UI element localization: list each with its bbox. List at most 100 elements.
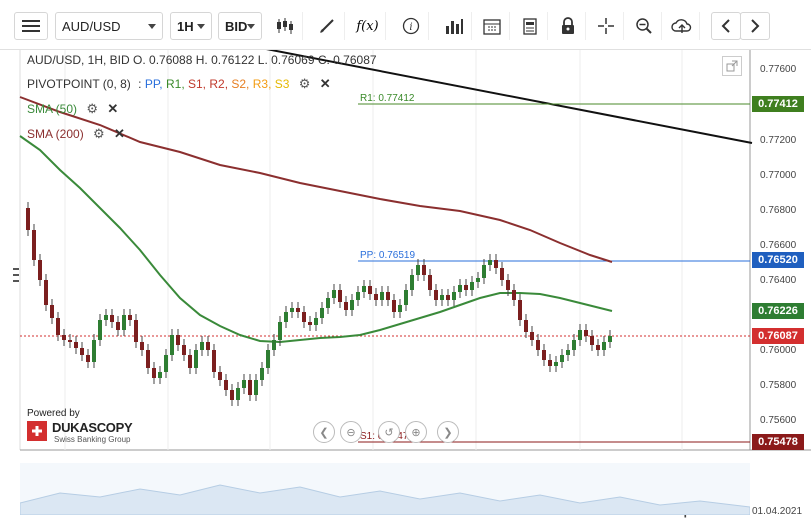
candle-body [326, 298, 330, 308]
candle-body [146, 350, 150, 368]
candle-body [308, 322, 312, 325]
price-chart[interactable]: AUD/USD, 1H, BID O. 0.76088 H. 0.76122 L… [0, 50, 811, 518]
candlestick-icon [276, 18, 293, 34]
close-icon[interactable]: ✕ [320, 76, 331, 92]
candle-body [524, 320, 528, 332]
brand-sub: Swiss Banking Group [54, 435, 131, 444]
sma-50-label: SMA (50) [27, 102, 78, 116]
chart-canvas[interactable] [0, 50, 811, 515]
candle-body [428, 275, 432, 290]
scroll-right-button[interactable] [740, 12, 770, 40]
candle-body [536, 340, 540, 350]
candle-body [584, 330, 588, 336]
menu-icon [22, 20, 40, 32]
y-tick: 0.76000 [760, 345, 797, 356]
draw-pencil-icon [319, 19, 334, 33]
gear-icon[interactable]: ⚙ [93, 126, 105, 142]
volume-bars-icon [445, 19, 463, 34]
zoom-button[interactable] [626, 12, 662, 40]
candle-body [44, 280, 48, 305]
crosshair-button[interactable] [588, 12, 624, 40]
interval-selector[interactable]: 1H [170, 12, 212, 40]
price-tag-pp: 0.76520 [752, 252, 804, 268]
ohlc-legend: AUD/USD, 1H, BID O. 0.76088 H. 0.76122 L… [27, 53, 377, 67]
candle-body [188, 355, 192, 368]
lock-button[interactable] [550, 12, 586, 40]
candle-body [68, 340, 72, 342]
nav-forward-button[interactable]: ❯ [437, 421, 459, 443]
zoom-out-button[interactable]: ⊖ [340, 421, 362, 443]
price-tag-last: 0.76087 [752, 328, 804, 344]
candle-body [596, 345, 600, 350]
crosshair-icon [597, 18, 614, 34]
candle-body [218, 372, 222, 380]
price-tag-s1: 0.75478 [752, 434, 804, 450]
candle-body [248, 380, 252, 395]
candle-body [104, 315, 108, 320]
candle-body [548, 360, 552, 366]
candle-body [98, 320, 102, 340]
volume-button[interactable] [436, 12, 472, 40]
candle-body [206, 342, 210, 350]
close-icon[interactable]: ✕ [107, 101, 118, 117]
candle-body [572, 340, 576, 350]
chevron-right-icon: ❯ [443, 426, 453, 439]
reset-icon: ↺ [384, 426, 394, 439]
symbol-selector[interactable]: AUD/USD [55, 12, 163, 40]
candle-body [602, 342, 606, 350]
scroll-left-button[interactable] [711, 12, 741, 40]
calendar-button[interactable] [474, 12, 510, 40]
candle-body [356, 292, 360, 300]
hamburger-menu-button[interactable] [14, 12, 48, 40]
chart-type-button[interactable] [267, 12, 303, 40]
close-icon[interactable]: ✕ [114, 126, 125, 142]
candle-body [176, 335, 180, 345]
candle-body [38, 260, 42, 280]
pivot-level-s2: S2, [231, 77, 253, 91]
gear-icon[interactable]: ⚙ [299, 76, 311, 92]
gear-icon[interactable]: ⚙ [86, 101, 98, 117]
resize-handle[interactable] [13, 266, 19, 288]
report-button[interactable] [512, 12, 548, 40]
candlestick-series [26, 202, 612, 406]
candle-body [296, 308, 300, 312]
navigator-overview[interactable] [20, 463, 750, 515]
pivot-legend: PIVOTPOINT (0, 8) : PP, R1, S1, R2, S2, … [27, 76, 331, 92]
candle-body [464, 285, 468, 290]
interval-value: 1H [177, 18, 194, 34]
nav-back-button[interactable]: ❮ [313, 421, 335, 443]
pivot-pp-label: PP: 0.76519 [360, 250, 416, 261]
price-tag-r1: 0.77412 [752, 96, 804, 112]
candle-body [122, 315, 126, 330]
candle-body [362, 286, 366, 292]
y-tick: 0.77200 [760, 135, 797, 146]
price-side-selector[interactable]: BID [218, 12, 262, 40]
expand-button[interactable] [722, 56, 742, 76]
zoom-in-button[interactable]: ⊕ [405, 421, 427, 443]
svg-text:i: i [409, 22, 412, 33]
candle-body [62, 335, 66, 340]
arrow-left-icon [721, 19, 730, 33]
pivot-title: PIVOTPOINT (0, 8) [27, 77, 131, 91]
function-button[interactable]: f(x) [350, 12, 386, 40]
candle-body [158, 372, 162, 378]
y-tick: 0.75800 [760, 380, 797, 391]
chevron-left-icon: ❮ [319, 426, 329, 439]
candle-body [578, 330, 582, 340]
candle-body [80, 348, 84, 355]
candle-body [566, 350, 570, 355]
info-button[interactable]: i [393, 12, 429, 40]
draw-button[interactable] [309, 12, 345, 40]
candle-body [398, 305, 402, 312]
candle-body [452, 292, 456, 300]
cloud-upload-button[interactable] [664, 12, 700, 40]
y-tick: 0.76800 [760, 205, 797, 216]
sma-200-legend: SMA (200) ⚙ ✕ [27, 126, 125, 142]
candle-body [404, 290, 408, 305]
candle-body [332, 290, 336, 298]
reset-button[interactable]: ↺ [378, 421, 400, 443]
candle-body [278, 322, 282, 340]
sma-200-label: SMA (200) [27, 127, 84, 141]
candle-body [314, 318, 318, 325]
candle-body [266, 350, 270, 368]
